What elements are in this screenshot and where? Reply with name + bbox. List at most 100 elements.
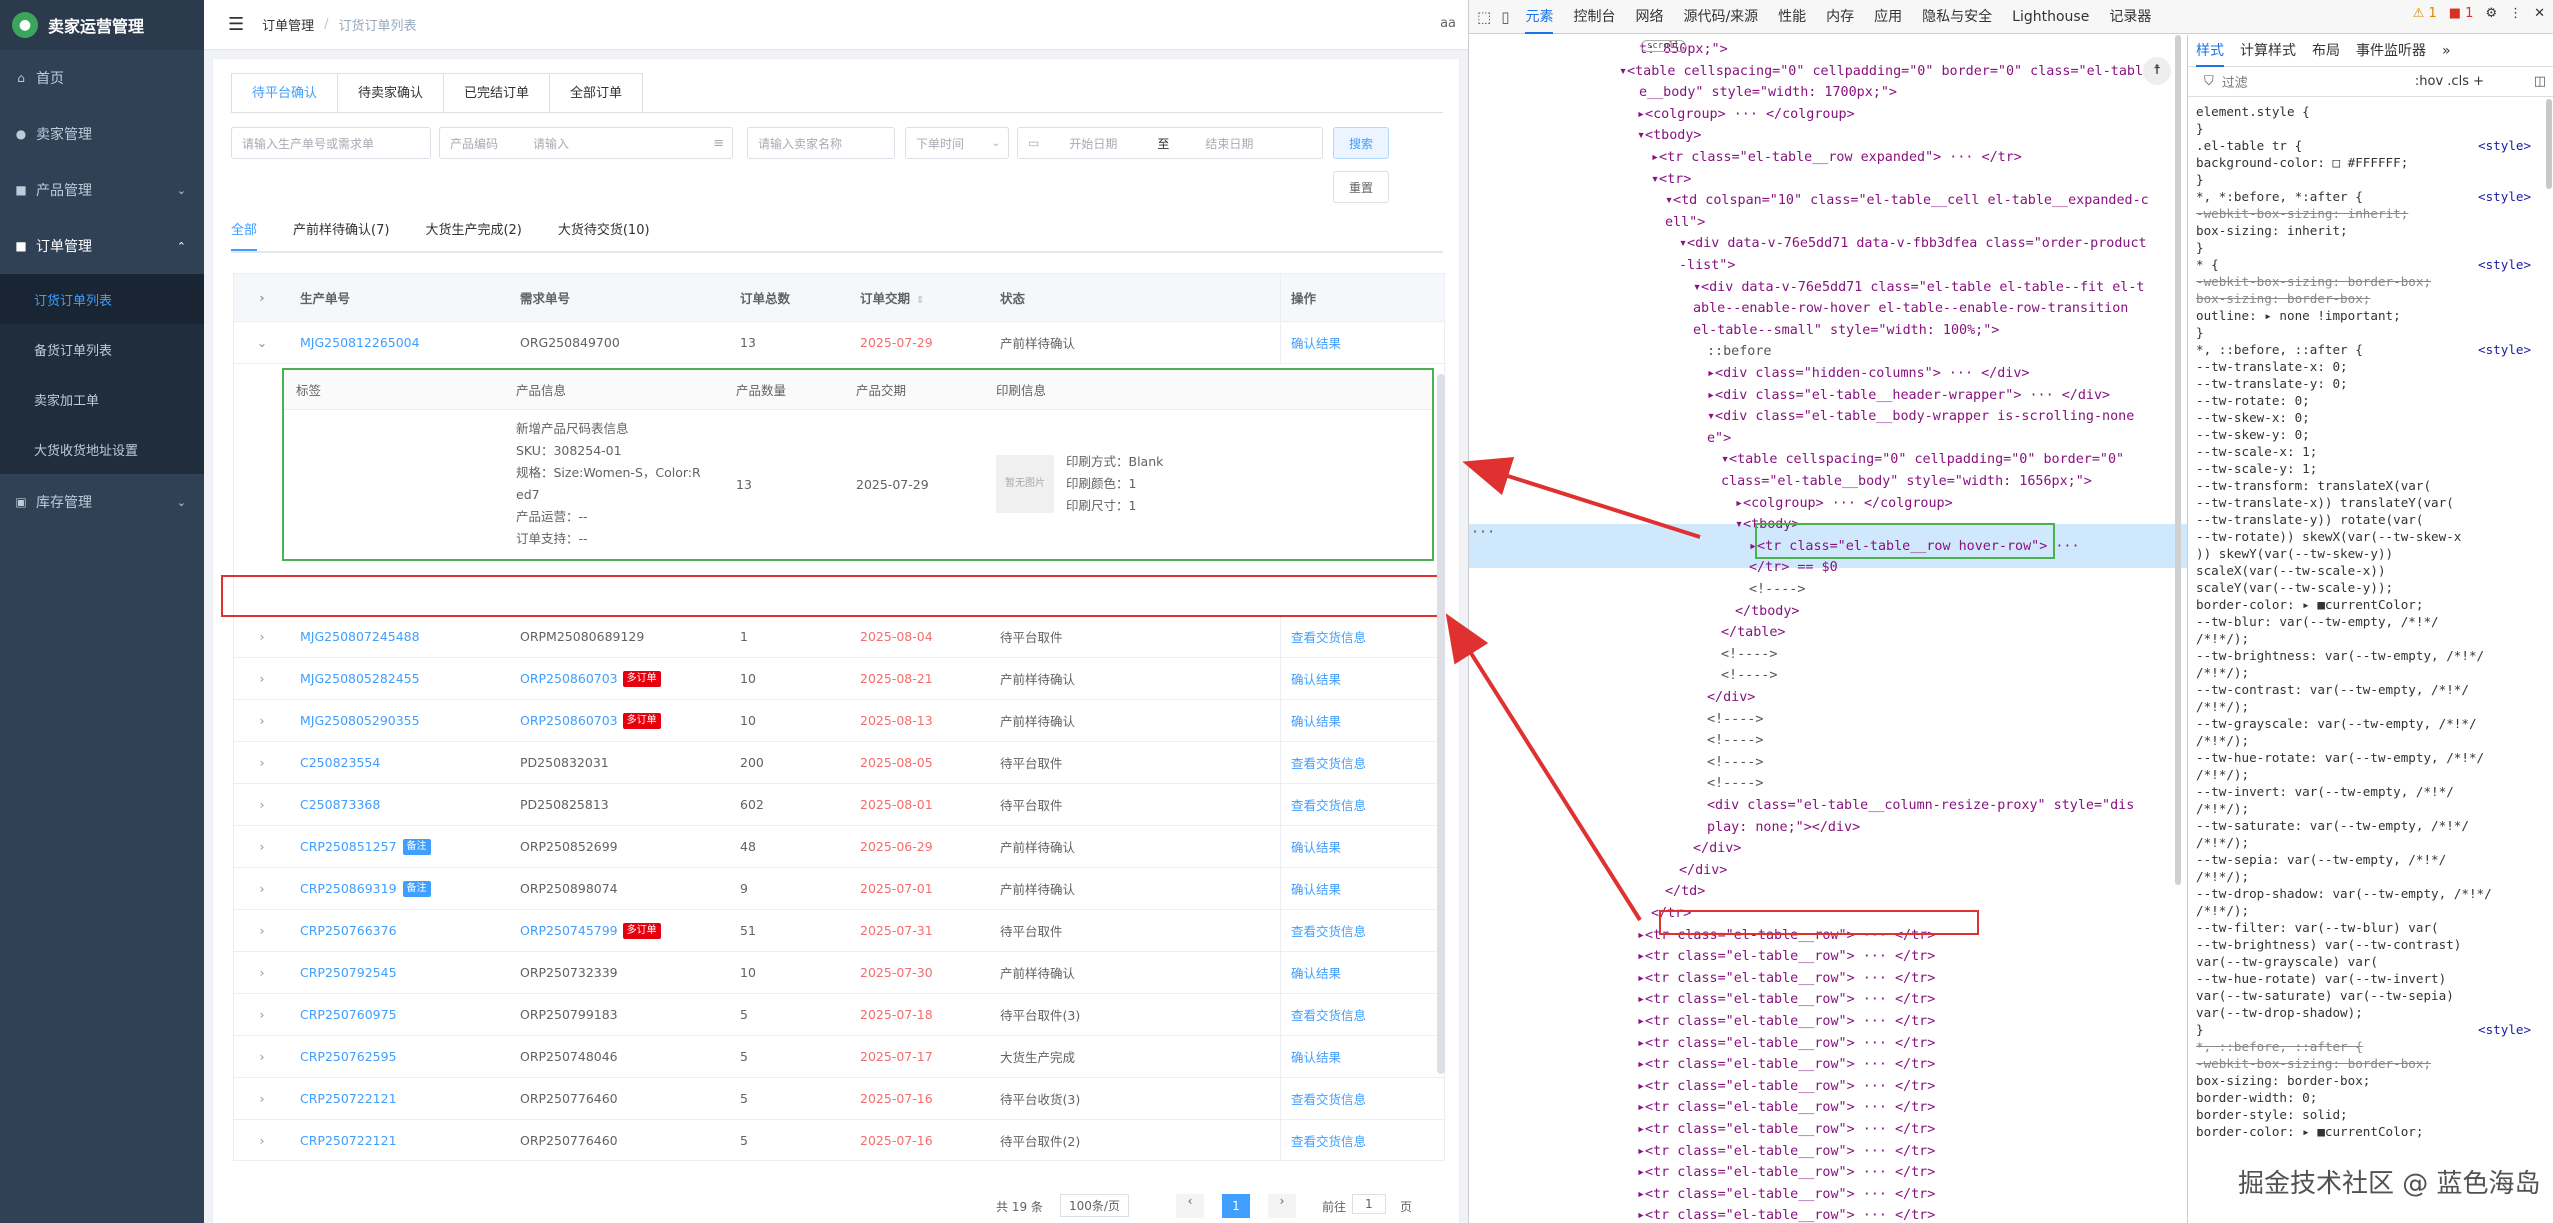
dom-node-line[interactable]: </tbody> xyxy=(1735,601,1800,622)
style-rule-line[interactable]: border-color: ▸ ■currentColor; xyxy=(2196,596,2423,613)
styles-filter[interactable]: ⛉ 过滤 :hov .cls + ◫ xyxy=(2188,67,2553,97)
style-rule-line[interactable]: var(--tw-grayscale) var( xyxy=(2196,953,2378,970)
expand-row-icon[interactable]: › xyxy=(234,1133,290,1148)
style-rule-line[interactable]: *, ::before, ::after { xyxy=(2196,1038,2363,1055)
search-button[interactable]: 搜索 xyxy=(1333,127,1389,159)
submenu-item-processing[interactable]: 卖家加工单 xyxy=(0,374,204,424)
dom-node-line[interactable]: ▾<tr> xyxy=(1651,169,1691,190)
expand-row-icon[interactable]: › xyxy=(234,881,290,896)
app-logo[interactable]: ● 卖家运营管理 xyxy=(0,0,204,50)
style-rule-line[interactable]: outline: ▸ none !important; xyxy=(2196,307,2401,324)
reset-button[interactable]: 重置 xyxy=(1333,171,1389,203)
expand-row-icon[interactable]: › xyxy=(234,755,290,770)
dom-node-line[interactable]: play: none;"></div> xyxy=(1707,817,1860,838)
style-rule-line[interactable]: } xyxy=(2196,120,2204,137)
dom-node-line[interactable]: e__body" style="width: 1700px;"> xyxy=(1639,82,1897,103)
dom-node-line[interactable]: ▾<tbody> xyxy=(1637,125,1702,146)
filter-input[interactable]: 过滤 xyxy=(2222,72,2248,91)
expand-row-icon[interactable]: › xyxy=(234,1091,290,1106)
production-no-link[interactable]: CRP250869319 xyxy=(300,881,397,896)
devtools-tab[interactable]: 网络 xyxy=(1635,1,1663,33)
style-rule-line[interactable]: scaleX(var(--tw-scale-x)) xyxy=(2196,562,2386,579)
devtools-tab[interactable]: 记录器 xyxy=(2109,1,2151,33)
row-action-link[interactable]: 确认结果 xyxy=(1280,868,1440,909)
submenu-item-order-list[interactable]: 订货订单列表 xyxy=(0,274,204,324)
style-rule-line[interactable]: *, *:before, *:after { xyxy=(2196,188,2363,205)
style-rule-line[interactable]: } xyxy=(2196,171,2204,188)
styles-tab[interactable]: 事件监听器 xyxy=(2356,36,2426,66)
style-source-link[interactable]: <style> xyxy=(2478,188,2531,205)
dom-node-line[interactable]: class="el-table__body" style="width: 165… xyxy=(1721,471,2092,492)
date-range-picker[interactable]: ▭ 开始日期 至 结束日期 xyxy=(1017,127,1323,159)
style-rule-line[interactable]: --tw-sepia: var(--tw-empty, /*!*/ xyxy=(2196,851,2446,868)
styles-tab[interactable]: » xyxy=(2442,36,2451,66)
device-toggle-icon[interactable]: ▯ xyxy=(1501,8,1509,26)
style-rule-line[interactable]: -webkit-box-sizing: border-box; xyxy=(2196,273,2431,290)
sidebar-item-sellers[interactable]: ● 卖家管理 xyxy=(0,106,204,162)
style-rule-line[interactable]: border-style: solid; xyxy=(2196,1106,2348,1123)
dom-node-line[interactable]: ▸<tr class="el-table__row"> ··· </tr> xyxy=(1637,1033,1935,1054)
dom-node-line[interactable]: <!----> xyxy=(1721,644,1777,665)
style-rule-line[interactable]: .el-table tr { xyxy=(2196,137,2302,154)
style-rule-line[interactable]: var(--tw-drop-shadow); xyxy=(2196,1004,2363,1021)
style-rule-line[interactable]: } xyxy=(2196,239,2204,256)
tab-pending-platform[interactable]: 待平台确认 xyxy=(232,74,339,113)
dom-node-line[interactable]: <!----> xyxy=(1707,773,1763,794)
sort-icon[interactable]: ⇕ xyxy=(916,295,924,306)
dom-node-line[interactable]: ▸<tr class="el-table__row"> ··· </tr> xyxy=(1637,1162,1935,1183)
production-no-link[interactable]: CRP250766376 xyxy=(300,923,397,938)
production-no-link[interactable]: CRP250722121 xyxy=(300,1091,397,1106)
sidebar-item-products[interactable]: ■ 产品管理 ⌄ xyxy=(0,162,204,218)
dom-node-line[interactable]: </table> xyxy=(1721,622,1786,643)
breadcrumb-orders[interactable]: 订单管理 xyxy=(262,15,314,34)
expand-row-icon[interactable]: › xyxy=(234,965,290,980)
production-no-link[interactable]: MJG250805290355 xyxy=(300,713,420,728)
style-source-link[interactable]: <style> xyxy=(2478,1021,2531,1038)
dom-node-line[interactable]: </div> xyxy=(1679,860,1727,881)
row-action-link[interactable]: 查看交货信息 xyxy=(1280,1120,1440,1160)
style-rule-line[interactable]: /*!*/); xyxy=(2196,766,2249,783)
dom-node-line[interactable]: </div> xyxy=(1707,687,1755,708)
style-rule-line[interactable]: var(--tw-saturate) var(--tw-sepia) xyxy=(2196,987,2454,1004)
styles-tab[interactable]: 计算样式 xyxy=(2240,36,2296,66)
style-rule-line[interactable]: --tw-scale-y: 1; xyxy=(2196,460,2317,477)
style-rule-line[interactable]: --tw-saturate: var(--tw-empty, /*!*/ xyxy=(2196,817,2469,834)
production-no-link[interactable]: CRP250762595 xyxy=(300,1049,397,1064)
style-rule-line[interactable]: --tw-scale-x: 1; xyxy=(2196,443,2317,460)
dom-node-line[interactable]: <!----> xyxy=(1707,709,1763,730)
style-rule-line[interactable]: --tw-contrast: var(--tw-empty, /*!*/ xyxy=(2196,681,2469,698)
style-rule-line[interactable]: --tw-blur: var(--tw-empty, /*!*/ xyxy=(2196,613,2439,630)
warning-count[interactable]: ⚠ 1 xyxy=(2413,6,2437,21)
close-icon[interactable]: ✕ xyxy=(2534,6,2545,21)
style-rule-line[interactable]: box-sizing: border-box; xyxy=(2196,290,2370,307)
devtools-tab[interactable]: 控制台 xyxy=(1573,1,1615,33)
style-rule-line[interactable]: --tw-brightness: var(--tw-empty, /*!*/ xyxy=(2196,647,2484,664)
production-no-link[interactable]: MJG250807245488 xyxy=(300,629,420,644)
vertical-scrollbar[interactable] xyxy=(1437,374,1445,1074)
dom-node-line[interactable]: ▾<table cellspacing="0" cellpadding="0" … xyxy=(1619,61,2151,82)
error-count[interactable]: ■ 1 xyxy=(2449,6,2474,21)
style-rule-line[interactable]: --tw-rotate)) skewX(var(--tw-skew-x xyxy=(2196,528,2461,545)
submenu-item-stock-order-list[interactable]: 备货订单列表 xyxy=(0,324,204,374)
order-number-input[interactable]: 请输入生产单号或需求单 xyxy=(231,127,431,159)
dom-node-line[interactable]: ▾<td colspan="10" class="el-table__cell … xyxy=(1665,190,2149,211)
styles-scrollbar[interactable] xyxy=(2546,99,2552,189)
production-no-link[interactable]: CRP250792545 xyxy=(300,965,397,980)
style-rule-line[interactable]: *, ::before, ::after { xyxy=(2196,341,2363,358)
row-action-link[interactable]: 查看交货信息 xyxy=(1280,784,1440,825)
style-rule-line[interactable]: box-sizing: inherit; xyxy=(2196,222,2348,239)
production-no-link[interactable]: CRP250851257 xyxy=(300,839,397,854)
devtools-tab[interactable]: 元素 xyxy=(1525,1,1554,34)
style-rule-line[interactable]: * { xyxy=(2196,256,2219,273)
more-options-icon[interactable]: ⋮ xyxy=(2509,6,2522,21)
row-action-link[interactable]: 确认结果 xyxy=(1280,952,1440,993)
style-rule-line[interactable]: --tw-translate-x: 0; xyxy=(2196,358,2348,375)
goto-page-input[interactable]: 1 xyxy=(1352,1194,1386,1214)
toggle-sidebar-icon[interactable]: ◫ xyxy=(2534,74,2546,89)
settings-gear-icon[interactable]: ⚙ xyxy=(2485,6,2497,21)
style-rule-line[interactable]: --tw-hue-rotate: var(--tw-empty, /*!*/ xyxy=(2196,749,2484,766)
expand-row-icon[interactable]: › xyxy=(234,839,290,854)
style-rule-line[interactable]: /*!*/); xyxy=(2196,902,2249,919)
production-no-link[interactable]: C250823554 xyxy=(300,755,380,770)
tab-completed[interactable]: 已完结订单 xyxy=(444,74,551,113)
